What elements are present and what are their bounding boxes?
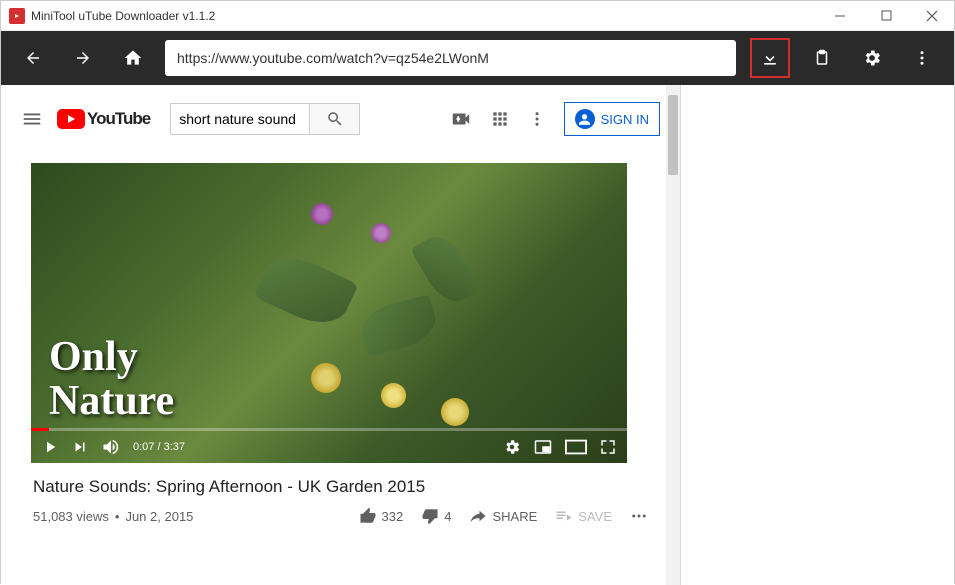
youtube-play-icon (57, 109, 85, 129)
more-actions-icon[interactable] (630, 507, 648, 525)
url-input[interactable] (177, 50, 724, 66)
youtube-header: YouTube (13, 95, 668, 143)
video-title: Nature Sounds: Spring Afternoon - UK Gar… (33, 477, 648, 497)
video-views: 51,083 views (33, 509, 109, 524)
like-button[interactable]: 332 (359, 507, 404, 525)
dislike-count: 4 (444, 509, 451, 524)
app-toolbar (1, 31, 954, 85)
separator-dot: • (115, 509, 120, 524)
clipboard-button[interactable] (804, 40, 840, 76)
video-date: Jun 2, 2015 (125, 509, 193, 524)
minimize-button[interactable] (826, 6, 854, 26)
player-time: 0:07 / 3:37 (133, 441, 185, 453)
search-button[interactable] (310, 103, 360, 135)
video-meta: Nature Sounds: Spring Afternoon - UK Gar… (33, 477, 648, 525)
window-title: MiniTool uTube Downloader v1.1.2 (31, 9, 215, 23)
play-icon[interactable] (41, 438, 59, 456)
fullscreen-icon[interactable] (599, 438, 617, 456)
scrollbar[interactable] (666, 85, 680, 585)
dislike-button[interactable]: 4 (421, 507, 451, 525)
apps-icon[interactable] (490, 109, 510, 129)
video-title-overlay: Only Nature (49, 335, 174, 423)
settings-icon[interactable] (503, 438, 521, 456)
save-label: SAVE (578, 509, 612, 524)
settings-button[interactable] (854, 40, 890, 76)
home-button[interactable] (115, 40, 151, 76)
miniplayer-icon[interactable] (533, 438, 553, 456)
youtube-logo[interactable]: YouTube (57, 109, 150, 129)
youtube-brand-text: YouTube (87, 109, 150, 129)
next-icon[interactable] (71, 438, 89, 456)
close-button[interactable] (918, 6, 946, 26)
url-bar[interactable] (165, 40, 736, 76)
share-button[interactable]: SHARE (469, 507, 537, 525)
app-icon (9, 8, 25, 24)
right-pane (681, 85, 954, 585)
scrollbar-thumb[interactable] (668, 95, 678, 175)
theater-icon[interactable] (565, 439, 587, 455)
maximize-button[interactable] (872, 6, 900, 26)
player-controls: 0:07 / 3:37 (31, 431, 627, 463)
signin-button[interactable]: SIGN IN (564, 102, 660, 136)
volume-icon[interactable] (101, 437, 121, 457)
share-label: SHARE (492, 509, 537, 524)
create-video-icon[interactable] (450, 108, 472, 130)
download-button[interactable] (750, 38, 790, 78)
save-button[interactable]: SAVE (555, 507, 612, 525)
forward-button[interactable] (65, 40, 101, 76)
overlay-line1: Only (49, 335, 174, 379)
content-area: YouTube (1, 85, 954, 585)
video-player[interactable]: Only Nature 0:07 / 3:37 (31, 163, 627, 463)
window-titlebar: MiniTool uTube Downloader v1.1.2 (1, 1, 954, 31)
more-button[interactable] (904, 40, 940, 76)
search-input[interactable] (170, 103, 310, 135)
options-icon[interactable] (528, 110, 546, 128)
like-count: 332 (382, 509, 404, 524)
person-icon (575, 109, 595, 129)
signin-label: SIGN IN (601, 112, 649, 127)
search-box (170, 103, 360, 135)
back-button[interactable] (15, 40, 51, 76)
menu-icon[interactable] (21, 108, 43, 130)
browser-pane: YouTube (1, 85, 681, 585)
overlay-line2: Nature (49, 379, 174, 423)
